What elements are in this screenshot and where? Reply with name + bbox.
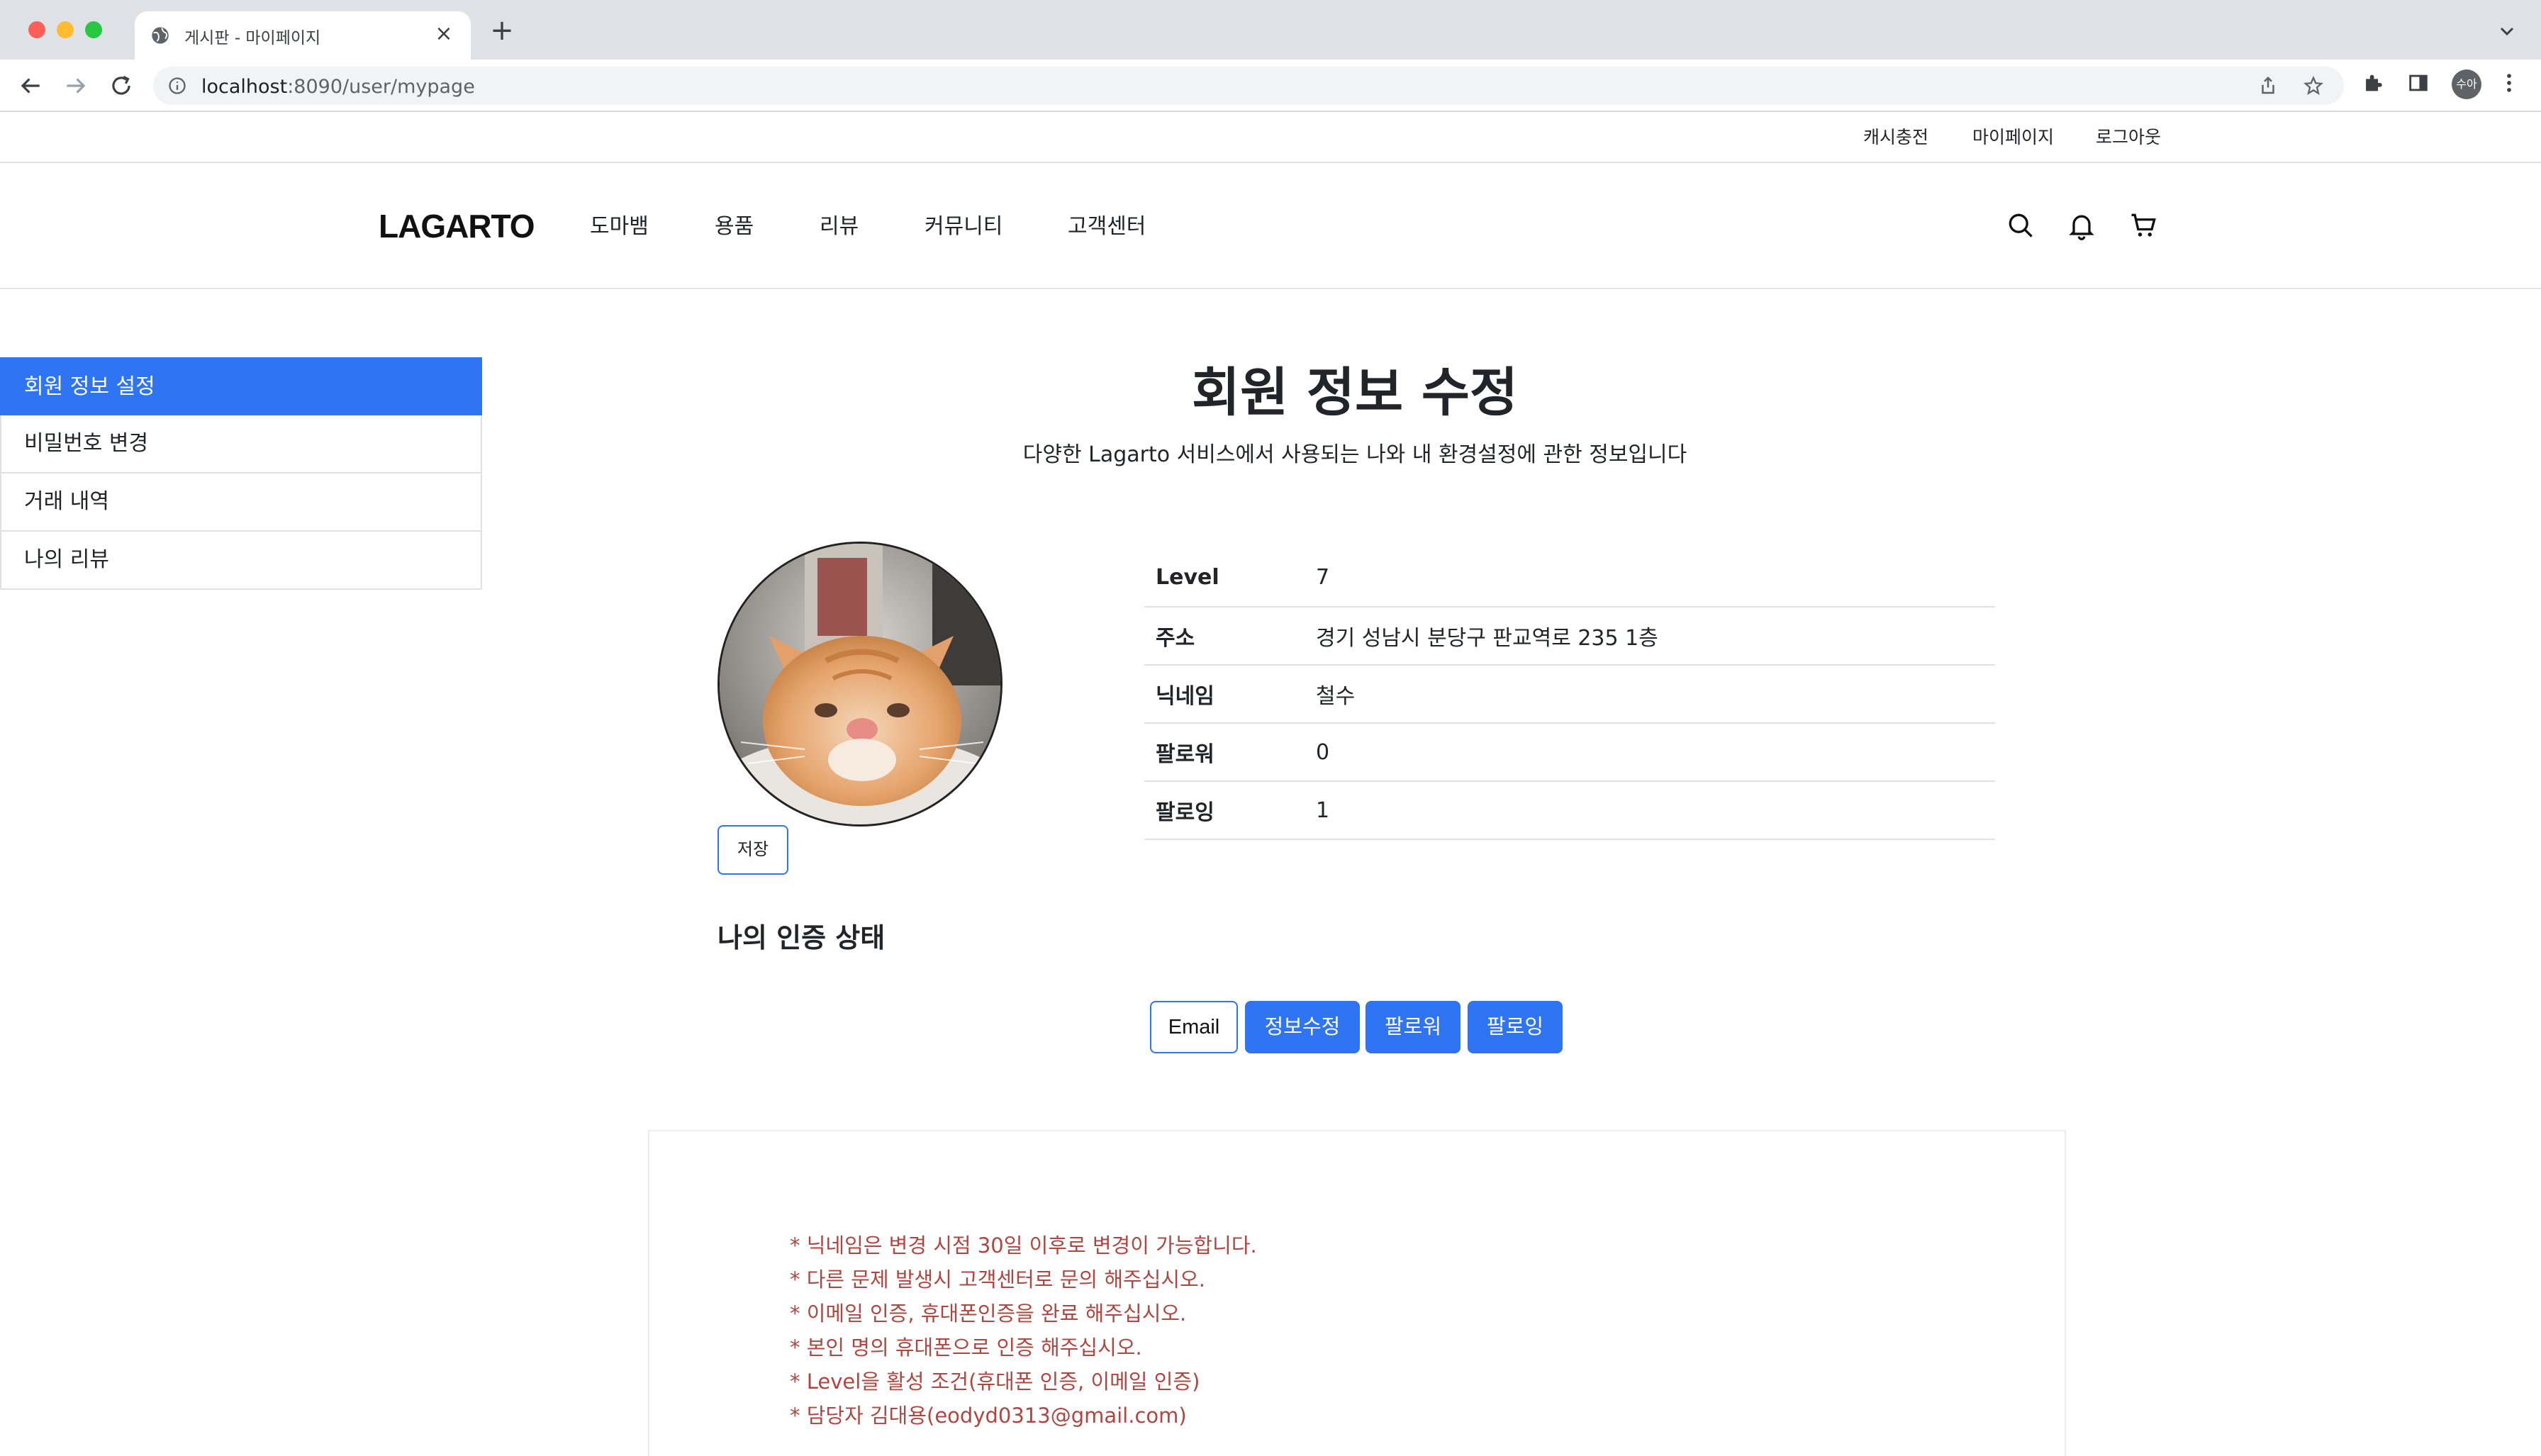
- forward-icon[interactable]: [62, 72, 89, 99]
- logout-link[interactable]: 로그아웃: [2096, 123, 2161, 149]
- chevron-down-icon[interactable]: [2496, 20, 2518, 43]
- notice-line: * 다른 문제 발생시 고객센터로 문의 해주십시오.: [790, 1267, 1205, 1292]
- auth-status-title: 나의 인증 상태: [717, 922, 886, 953]
- notice-line: * Level을 활성 조건(휴대폰 인증, 이메일 인증): [790, 1370, 1200, 1394]
- info-value-level: 7: [1316, 565, 1330, 590]
- browser-toolbar: localhost:8090/user/mypage: [0, 60, 2541, 112]
- address-bar[interactable]: localhost:8090/user/mypage: [153, 67, 2344, 105]
- minimize-window-button[interactable]: [57, 21, 74, 38]
- table-row: 팔로잉 1: [1144, 781, 1995, 839]
- close-tab-icon[interactable]: ×: [432, 23, 455, 45]
- profile-avatar[interactable]: 수아: [2452, 69, 2481, 99]
- email-auth-button[interactable]: Email: [1150, 1001, 1238, 1053]
- maximize-window-button[interactable]: [85, 21, 102, 38]
- page-title: 회원 정보 수정: [1191, 362, 1518, 423]
- info-icon[interactable]: [167, 76, 187, 96]
- notice-line: * 닉네임은 변경 시점 30일 이후로 변경이 가능합니다.: [790, 1233, 1257, 1258]
- sidebar-item-transactions[interactable]: 거래 내역: [0, 474, 482, 532]
- profile-photo[interactable]: [717, 542, 1003, 827]
- new-tab-icon[interactable]: +: [488, 16, 516, 45]
- table-row: Level 7: [1144, 549, 1995, 607]
- site-util-bar: 캐시충전 마이페이지 로그아웃: [0, 113, 2541, 163]
- info-key: 팔로잉: [1156, 800, 1214, 825]
- cash-charge-link[interactable]: 캐시충전: [1863, 123, 1928, 149]
- info-key: Level: [1156, 565, 1219, 590]
- profile-info-table: Level 7 주소 경기 성남시 분당구 판교역로 235 1층 닉네임 철수…: [1144, 549, 1995, 840]
- nav-item-customer-center[interactable]: 고객센터: [1068, 208, 1146, 240]
- nav-item-community[interactable]: 커뮤니티: [925, 208, 1003, 240]
- share-icon[interactable]: [2257, 75, 2279, 96]
- following-button[interactable]: 팔로잉: [1468, 1001, 1563, 1053]
- search-icon[interactable]: [2005, 210, 2036, 241]
- extensions-puzzle-icon[interactable]: [2361, 71, 2385, 95]
- info-value-followers: 0: [1316, 739, 1330, 765]
- table-row: 주소 경기 성남시 분당구 판교역로 235 1층: [1144, 607, 1995, 665]
- notice-line: * 이메일 인증, 휴대폰인증을 완료 해주십시오.: [790, 1301, 1187, 1326]
- url-path: :8090/user/mypage: [287, 76, 475, 98]
- reload-icon[interactable]: [108, 72, 135, 99]
- browser-tab[interactable]: 게시판 - 마이페이지 ×: [135, 11, 471, 60]
- info-key: 팔로워: [1156, 742, 1214, 767]
- site-logo[interactable]: LAGARTO: [379, 207, 535, 245]
- mypage-link[interactable]: 마이페이지: [1972, 123, 2054, 149]
- edit-info-button[interactable]: 정보수정: [1245, 1001, 1360, 1053]
- cat-photo-image: [720, 544, 1000, 824]
- site-header: LAGARTO 도마뱀 용품 리뷰 커뮤니티 고객센터: [0, 163, 2541, 289]
- more-vert-icon[interactable]: [2497, 71, 2521, 95]
- browser-tab-bar: 게시판 - 마이페이지 × +: [0, 0, 2541, 60]
- side-panel-icon[interactable]: [2406, 71, 2430, 95]
- bookmark-star-icon[interactable]: [2303, 75, 2324, 96]
- notice-box: * 닉네임은 변경 시점 30일 이후로 변경이 가능합니다. * 다른 문제 …: [648, 1130, 2066, 1456]
- url-host: localhost: [201, 76, 288, 98]
- globe-icon: [152, 27, 169, 44]
- info-value-nickname: 철수: [1316, 684, 1356, 709]
- info-value-following: 1: [1316, 797, 1330, 823]
- page-description: 다양한 Lagarto 서비스에서 사용되는 나와 내 환경설정에 관한 정보입…: [1022, 442, 1687, 467]
- url-text: localhost:8090/user/mypage: [201, 76, 475, 98]
- nav-item-lizard[interactable]: 도마뱀: [590, 208, 649, 240]
- notice-line: * 본인 명의 휴대폰으로 인증 해주십시오.: [790, 1335, 1142, 1360]
- tab-title: 게시판 - 마이페이지: [184, 29, 321, 47]
- info-key: 주소: [1156, 626, 1195, 651]
- bell-icon[interactable]: [2066, 210, 2097, 241]
- info-key: 닉네임: [1156, 684, 1214, 709]
- notice-line: * 담당자 김대용(eodyd0313@gmail.com): [790, 1404, 1187, 1428]
- cart-icon[interactable]: [2128, 210, 2160, 241]
- nav-item-review[interactable]: 리뷰: [820, 208, 859, 240]
- table-row: 팔로워 0: [1144, 723, 1995, 781]
- sidebar-item-my-reviews[interactable]: 나의 리뷰: [0, 532, 482, 590]
- save-photo-button[interactable]: 저장: [717, 825, 788, 875]
- info-value-address: 경기 성남시 분당구 판교역로 235 1층: [1316, 626, 1658, 651]
- close-window-button[interactable]: [28, 21, 45, 38]
- followers-button[interactable]: 팔로워: [1366, 1001, 1461, 1053]
- table-row: 닉네임 철수: [1144, 665, 1995, 723]
- nav-item-supplies[interactable]: 용품: [715, 208, 754, 240]
- back-icon[interactable]: [17, 72, 44, 99]
